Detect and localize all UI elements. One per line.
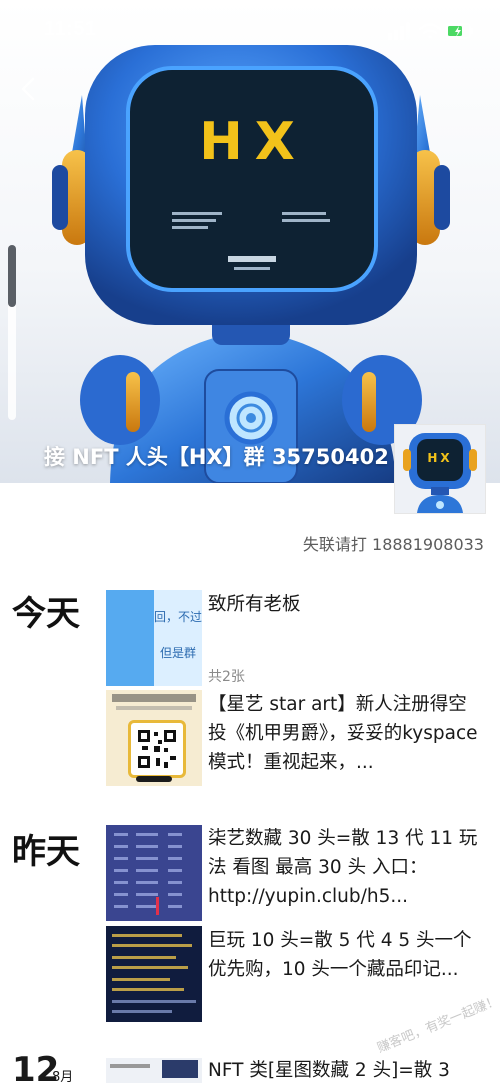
post-thumbnail[interactable] (106, 926, 202, 1022)
thumb-snippet: 但是群 (160, 646, 197, 660)
status-time: 11:51 (44, 18, 97, 40)
thumbnail-text-graphic (106, 926, 202, 1022)
post-text: NFT 类[星图数藏 2 头]=散 3 (208, 1060, 450, 1081)
post-text: 巨玩 10 头=散 5 代 4 5 头一个优先购，10 头一个藏品印记... (208, 930, 472, 980)
scrollbar-thumb[interactable] (8, 245, 16, 307)
cover-photo[interactable]: HX 11:51 接 NFT 人头【HX】群 35750402 (0, 0, 500, 483)
avatar-robot-icon (395, 425, 485, 513)
signal-icon (388, 22, 410, 40)
avatar[interactable]: HX (394, 424, 486, 514)
post-text: 柒艺数藏 30 头=散 13 代 11 玩法 看图 最高 30 头 入口：htt… (208, 828, 478, 907)
cover-title: 接 NFT 人头【HX】群 35750402 (44, 445, 389, 469)
wifi-icon (418, 23, 442, 39)
post-thumbnail[interactable]: 回，不过 但是群 (106, 590, 202, 686)
post-text: 致所有老板 (208, 594, 301, 615)
avatar-text: HX (427, 451, 453, 465)
scrollbar[interactable] (8, 245, 16, 420)
thumb-snippet: 回，不过 (154, 610, 202, 624)
status-icons (388, 22, 473, 40)
status-bar: 11:51 (0, 0, 500, 60)
battery-charging-icon (445, 23, 473, 39)
profile-signature: 失联请打 18881908033 (302, 535, 484, 554)
day-label-yesterday: 昨天 (12, 832, 80, 872)
robot-screen-text: HX (199, 112, 307, 172)
back-arrow-icon[interactable] (14, 72, 44, 106)
day-label-today: 今天 (12, 594, 80, 634)
robot-illustration (52, 45, 450, 483)
post-text: 【星艺 star art】新人注册得空投《机甲男爵》，妥妥的kyspace模式！… (208, 694, 478, 773)
qr-code-icon (136, 728, 178, 770)
post-image-count: 共2张 (208, 669, 245, 685)
post-thumbnail[interactable] (106, 1058, 202, 1083)
post-thumbnail[interactable] (106, 690, 202, 786)
thumbnail-table-graphic (106, 825, 202, 921)
date-month: 8月 (52, 1070, 74, 1085)
post-thumbnail[interactable] (106, 825, 202, 921)
